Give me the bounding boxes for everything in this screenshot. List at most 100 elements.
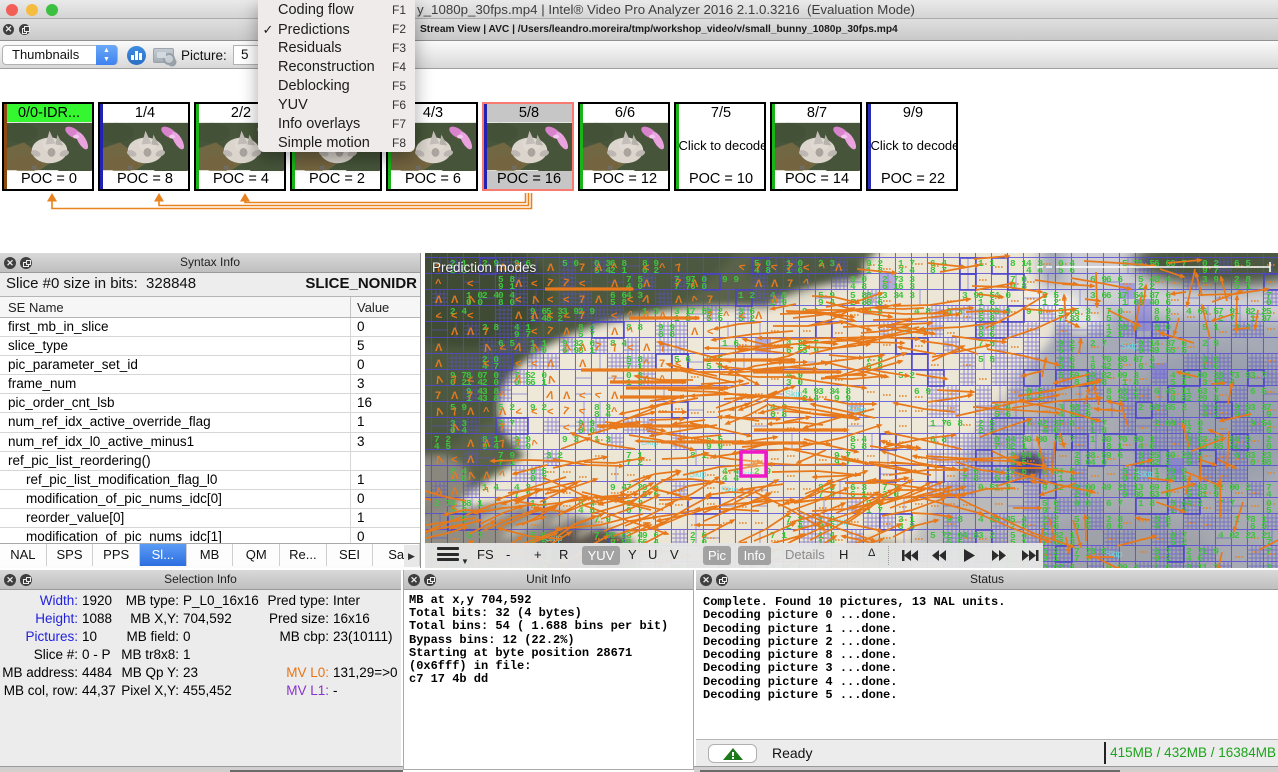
svg-text:^: ^ [483, 406, 490, 418]
svg-text:2 4: 2 4 [482, 290, 499, 301]
svg-text:Λ: Λ [515, 310, 523, 322]
svg-text:7: 7 [787, 278, 793, 290]
svg-text:2 2: 2 2 [1234, 530, 1251, 541]
svg-text:3 3: 3 3 [882, 290, 899, 301]
svg-text:^: ^ [435, 278, 442, 290]
svg-text:1 1: 1 1 [978, 258, 995, 269]
svg-text:Λ: Λ [531, 310, 539, 322]
svg-text:Skip: Skip [1137, 469, 1155, 479]
svg-text:7 9: 7 9 [1266, 546, 1278, 557]
svg-text:4 0: 4 0 [1090, 457, 1107, 468]
svg-text:3 2: 3 2 [978, 530, 995, 541]
svg-text:1 0: 1 0 [1122, 297, 1139, 308]
svg-text:4 5: 4 5 [434, 441, 451, 452]
svg-text:^: ^ [611, 406, 618, 418]
svg-text:Λ: Λ [451, 486, 459, 498]
svg-text:Λ: Λ [675, 294, 683, 306]
svg-text:<: < [627, 294, 633, 306]
svg-text:8 4: 8 4 [594, 409, 611, 420]
svg-text:0 5: 0 5 [978, 482, 995, 493]
svg-text:9 9: 9 9 [1026, 306, 1043, 317]
svg-text:6 8: 6 8 [946, 418, 963, 429]
svg-text:5 8: 5 8 [610, 297, 627, 308]
svg-text:Λ: Λ [771, 278, 779, 290]
svg-text:Λ: Λ [579, 342, 587, 354]
svg-text:4 3: 4 3 [898, 290, 915, 301]
svg-text:7 8: 7 8 [1058, 418, 1075, 429]
svg-text:Λ: Λ [451, 294, 459, 306]
svg-text:0 9: 0 9 [1170, 418, 1187, 429]
svg-text:9 4: 9 4 [1122, 562, 1139, 568]
svg-text:7: 7 [435, 390, 441, 402]
svg-text:Λ: Λ [691, 326, 699, 338]
svg-text:7: 7 [467, 390, 473, 402]
svg-text:1 9: 1 9 [1202, 546, 1219, 557]
svg-text:6 4: 6 4 [1138, 361, 1155, 372]
svg-text:8 1: 8 1 [1186, 562, 1203, 568]
svg-text:Λ: Λ [643, 278, 651, 290]
svg-text:0 0: 0 0 [1074, 498, 1091, 509]
svg-text:<: < [531, 278, 537, 290]
svg-text:7: 7 [579, 262, 585, 274]
svg-text:9 4: 9 4 [610, 482, 627, 493]
svg-text:4 8: 4 8 [962, 530, 979, 541]
svg-text:Λ: Λ [435, 358, 443, 370]
svg-text:3 8: 3 8 [1074, 313, 1091, 324]
svg-text:<: < [483, 358, 489, 370]
svg-text:8 4: 8 4 [1154, 274, 1171, 285]
svg-text:<: < [547, 294, 553, 306]
svg-text:9 2: 9 2 [1106, 482, 1123, 493]
svg-text:Λ: Λ [435, 294, 443, 306]
svg-text:6 0: 6 0 [1154, 322, 1171, 333]
svg-text:<: < [675, 358, 681, 370]
svg-text:<: < [515, 358, 521, 370]
svg-text:0 9: 0 9 [1250, 457, 1267, 468]
svg-text:6 9: 6 9 [914, 386, 931, 397]
svg-text:Λ: Λ [755, 278, 763, 290]
svg-text:Λ: Λ [547, 262, 555, 274]
svg-text:2 7: 2 7 [434, 498, 451, 509]
svg-text:<: < [563, 422, 569, 434]
svg-text:Skip: Skip [1121, 341, 1139, 351]
svg-text:0 9: 0 9 [1122, 434, 1139, 445]
svg-text:<: < [803, 262, 809, 274]
svg-text:6 5: 6 5 [1250, 386, 1267, 397]
svg-text:Λ: Λ [611, 278, 619, 290]
svg-text:9 6: 9 6 [1106, 450, 1123, 461]
svg-text:Λ: Λ [835, 262, 843, 274]
svg-text:2 9: 2 9 [1138, 402, 1155, 413]
svg-text:Λ: Λ [467, 454, 475, 466]
svg-text:8 0: 8 0 [1122, 354, 1139, 365]
svg-text:<: < [579, 390, 585, 402]
svg-text:<: < [611, 310, 617, 322]
svg-text:2 7: 2 7 [1090, 338, 1107, 349]
svg-text:^: ^ [611, 262, 618, 274]
svg-text:5 5: 5 5 [1170, 345, 1187, 356]
svg-text:<: < [531, 358, 537, 370]
svg-text:Λ: Λ [467, 326, 475, 338]
svg-text:Λ: Λ [547, 358, 555, 370]
svg-text:4 6: 4 6 [1186, 306, 1203, 317]
svg-text:<: < [531, 406, 537, 418]
svg-text:7: 7 [499, 422, 505, 434]
svg-text:3 9: 3 9 [1202, 274, 1219, 285]
svg-text:8 8: 8 8 [1154, 402, 1171, 413]
svg-text:Λ: Λ [435, 342, 443, 354]
svg-text:<: < [643, 262, 649, 274]
svg-text:8 9: 8 9 [1266, 457, 1278, 468]
svg-text:1 2: 1 2 [738, 290, 755, 301]
svg-text:0 7: 0 7 [1042, 434, 1059, 445]
svg-text:Λ: Λ [595, 294, 603, 306]
svg-text:1 8: 1 8 [1090, 434, 1107, 445]
svg-text:7: 7 [707, 310, 713, 322]
svg-text:6 1: 6 1 [530, 377, 547, 388]
svg-text:Λ: Λ [755, 310, 763, 322]
svg-text:Λ: Λ [483, 470, 491, 482]
svg-text:4 2: 4 2 [1186, 498, 1203, 509]
svg-text:<: < [467, 310, 473, 322]
svg-text:<: < [531, 326, 537, 338]
svg-text:1 6: 1 6 [722, 338, 739, 349]
svg-text:5 4: 5 4 [1218, 441, 1235, 452]
svg-text:Λ: Λ [451, 326, 459, 338]
svg-text:9 5: 9 5 [1154, 345, 1171, 356]
